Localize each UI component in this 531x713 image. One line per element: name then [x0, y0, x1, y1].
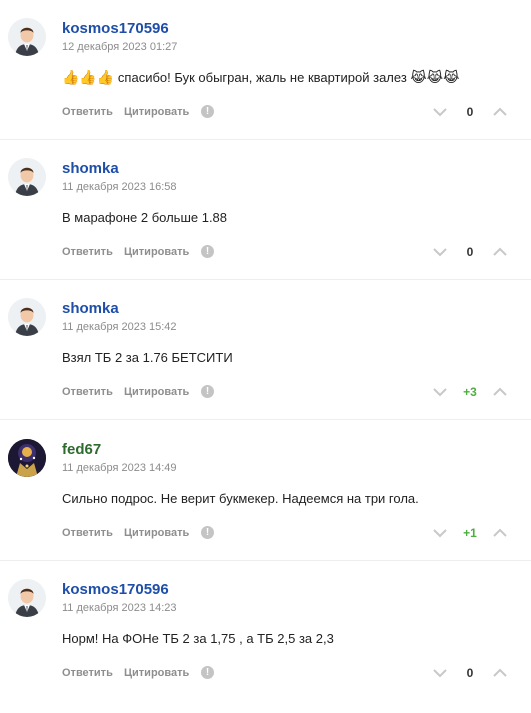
comment-text: Взял ТБ 2 за 1.76 БЕТСИТИ	[62, 349, 233, 367]
comment-body: Норм! На ФОНе ТБ 2 за 1,75 , а ТБ 2,5 за…	[62, 631, 334, 646]
chevron-up-icon[interactable]	[492, 245, 508, 259]
comment-text: В марафоне 2 больше 1.88	[62, 209, 227, 227]
chevron-down-icon[interactable]	[432, 385, 448, 399]
cat-laugh-emoji: 😹😹😹	[410, 70, 460, 86]
comment-actions: Ответить Цитировать ! 0	[62, 244, 512, 260]
reply-button[interactable]: Ответить	[62, 104, 113, 120]
default-man-avatar-icon[interactable]	[8, 158, 46, 196]
vote-score: 0	[466, 245, 474, 259]
comment-timestamp: 12 декабря 2023 01:27	[62, 41, 178, 53]
comment-item: kosmos170596 11 декабря 2023 14:23 Норм!…	[0, 561, 531, 701]
comment-timestamp: 11 декабря 2023 16:58	[62, 181, 177, 193]
default-man-avatar-icon[interactable]	[8, 579, 46, 617]
report-icon[interactable]: !	[201, 666, 214, 679]
default-man-avatar-icon[interactable]	[8, 18, 46, 56]
quote-button[interactable]: Цитировать	[124, 525, 189, 541]
username-link[interactable]: shomka	[62, 300, 119, 318]
vote-score: 0	[466, 105, 474, 119]
username-link[interactable]: kosmos170596	[62, 581, 169, 599]
report-icon[interactable]: !	[201, 385, 214, 398]
chevron-up-icon[interactable]	[492, 385, 508, 399]
chevron-up-icon[interactable]	[492, 666, 508, 680]
comment-item: shomka 11 декабря 2023 15:42 Взял ТБ 2 з…	[0, 280, 531, 420]
report-icon[interactable]: !	[201, 526, 214, 539]
username-link[interactable]: fed67	[62, 441, 101, 459]
chevron-down-icon[interactable]	[432, 526, 448, 540]
comment-body: Взял ТБ 2 за 1.76 БЕТСИТИ	[62, 350, 233, 365]
report-icon[interactable]: !	[201, 105, 214, 118]
thumbs-up-emoji: 👍👍👍	[62, 70, 115, 86]
comment-actions: Ответить Цитировать ! 0	[62, 665, 512, 681]
quote-button[interactable]: Цитировать	[124, 384, 189, 400]
comment-timestamp: 11 декабря 2023 14:49	[62, 462, 177, 474]
comment-actions: Ответить Цитировать ! +3	[62, 384, 512, 400]
report-icon[interactable]: !	[201, 245, 214, 258]
comment-text: Норм! На ФОНе ТБ 2 за 1,75 , а ТБ 2,5 за…	[62, 630, 334, 648]
comment-body: Сильно подрос. Не верит букмекер. Надеем…	[62, 491, 419, 506]
default-man-avatar-icon[interactable]	[8, 298, 46, 336]
quote-button[interactable]: Цитировать	[124, 244, 189, 260]
custom-photo-avatar-icon[interactable]	[8, 439, 46, 477]
reply-button[interactable]: Ответить	[62, 384, 113, 400]
chevron-down-icon[interactable]	[432, 245, 448, 259]
chevron-up-icon[interactable]	[492, 526, 508, 540]
vote-score: 0	[466, 666, 474, 680]
comment-text: Сильно подрос. Не верит букмекер. Надеем…	[62, 490, 419, 508]
quote-button[interactable]: Цитировать	[124, 104, 189, 120]
comment-body: В марафоне 2 больше 1.88	[62, 210, 228, 225]
comment-timestamp: 11 декабря 2023 15:42	[62, 321, 177, 333]
chevron-down-icon[interactable]	[432, 105, 448, 119]
comment-item: fed67 11 декабря 2023 14:49 Сильно подро…	[0, 421, 531, 561]
comment-item: kosmos170596 12 декабря 2023 01:27 👍👍👍 с…	[0, 0, 531, 140]
chevron-up-icon[interactable]	[492, 105, 508, 119]
comment-body: спасибо! Бук обыгран, жаль не квартирой …	[117, 70, 407, 85]
quote-button[interactable]: Цитировать	[124, 665, 189, 681]
username-link[interactable]: kosmos170596	[62, 20, 169, 38]
vote-score: +1	[463, 526, 477, 540]
comment-actions: Ответить Цитировать ! +1	[62, 525, 512, 541]
comment-actions: Ответить Цитировать ! 0	[62, 104, 512, 120]
reply-button[interactable]: Ответить	[62, 244, 113, 260]
reply-button[interactable]: Ответить	[62, 525, 113, 541]
comment-text: 👍👍👍 спасибо! Бук обыгран, жаль не кварти…	[62, 69, 460, 87]
comment-item: shomka 11 декабря 2023 16:58 В марафоне …	[0, 140, 531, 280]
chevron-down-icon[interactable]	[432, 666, 448, 680]
vote-score: +3	[463, 385, 477, 399]
reply-button[interactable]: Ответить	[62, 665, 113, 681]
comments-list: kosmos170596 12 декабря 2023 01:27 👍👍👍 с…	[0, 0, 531, 713]
username-link[interactable]: shomka	[62, 160, 119, 178]
comment-timestamp: 11 декабря 2023 14:23	[62, 602, 177, 614]
